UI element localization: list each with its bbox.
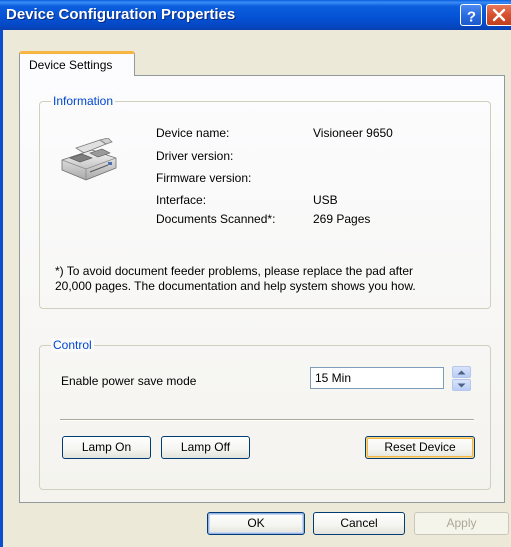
device-name-label: Device name: [156, 126, 230, 140]
power-save-label: Enable power save mode [61, 374, 197, 388]
cancel-button[interactable]: Cancel [313, 512, 405, 535]
close-icon [492, 8, 506, 22]
spin-up-button[interactable] [452, 366, 471, 378]
documents-scanned-value: 269 Pages [313, 212, 371, 226]
firmware-version-label: Firmware version: [156, 171, 252, 185]
spin-down-icon [457, 383, 466, 388]
information-legend: Information [51, 94, 116, 108]
device-name-value: Visioneer 9650 [313, 126, 393, 140]
lamp-on-button[interactable]: Lamp On [62, 436, 151, 459]
feeder-note-line-1: *) To avoid document feeder problems, pl… [55, 264, 413, 278]
driver-version-label: Driver version: [156, 149, 234, 163]
documents-scanned-label: Documents Scanned*: [156, 212, 276, 226]
window-frame [0, 30, 3, 547]
tab-label: Device Settings [29, 58, 113, 72]
lamp-off-button[interactable]: Lamp Off [161, 436, 250, 459]
power-save-spinner[interactable] [452, 366, 471, 392]
control-separator [60, 419, 474, 421]
reset-device-button[interactable]: Reset Device [365, 436, 475, 459]
ok-button[interactable]: OK [207, 512, 305, 535]
help-button[interactable]: ? [460, 4, 482, 26]
apply-button[interactable]: Apply [414, 512, 509, 535]
svg-text:?: ? [467, 9, 476, 26]
interface-value: USB [313, 193, 338, 207]
close-button[interactable] [486, 4, 511, 26]
tab-device-settings[interactable]: Device Settings [19, 51, 135, 76]
interface-label: Interface: [156, 193, 207, 207]
title-bar[interactable]: Device Configuration Properties ? [0, 0, 511, 30]
control-legend: Control [51, 338, 94, 352]
window-title: Device Configuration Properties [6, 6, 236, 23]
spin-up-icon [457, 370, 466, 375]
feeder-note-line-2: 20,000 pages. The documentation and help… [55, 279, 416, 293]
power-save-value: 15 Min [315, 371, 352, 385]
spin-down-button[interactable] [452, 379, 471, 391]
properties-dialog: Device Configuration Properties ? Device… [0, 0, 511, 547]
scanner-icon [61, 138, 117, 181]
power-save-input[interactable]: 15 Min [310, 367, 444, 389]
help-icon: ? [467, 9, 476, 26]
